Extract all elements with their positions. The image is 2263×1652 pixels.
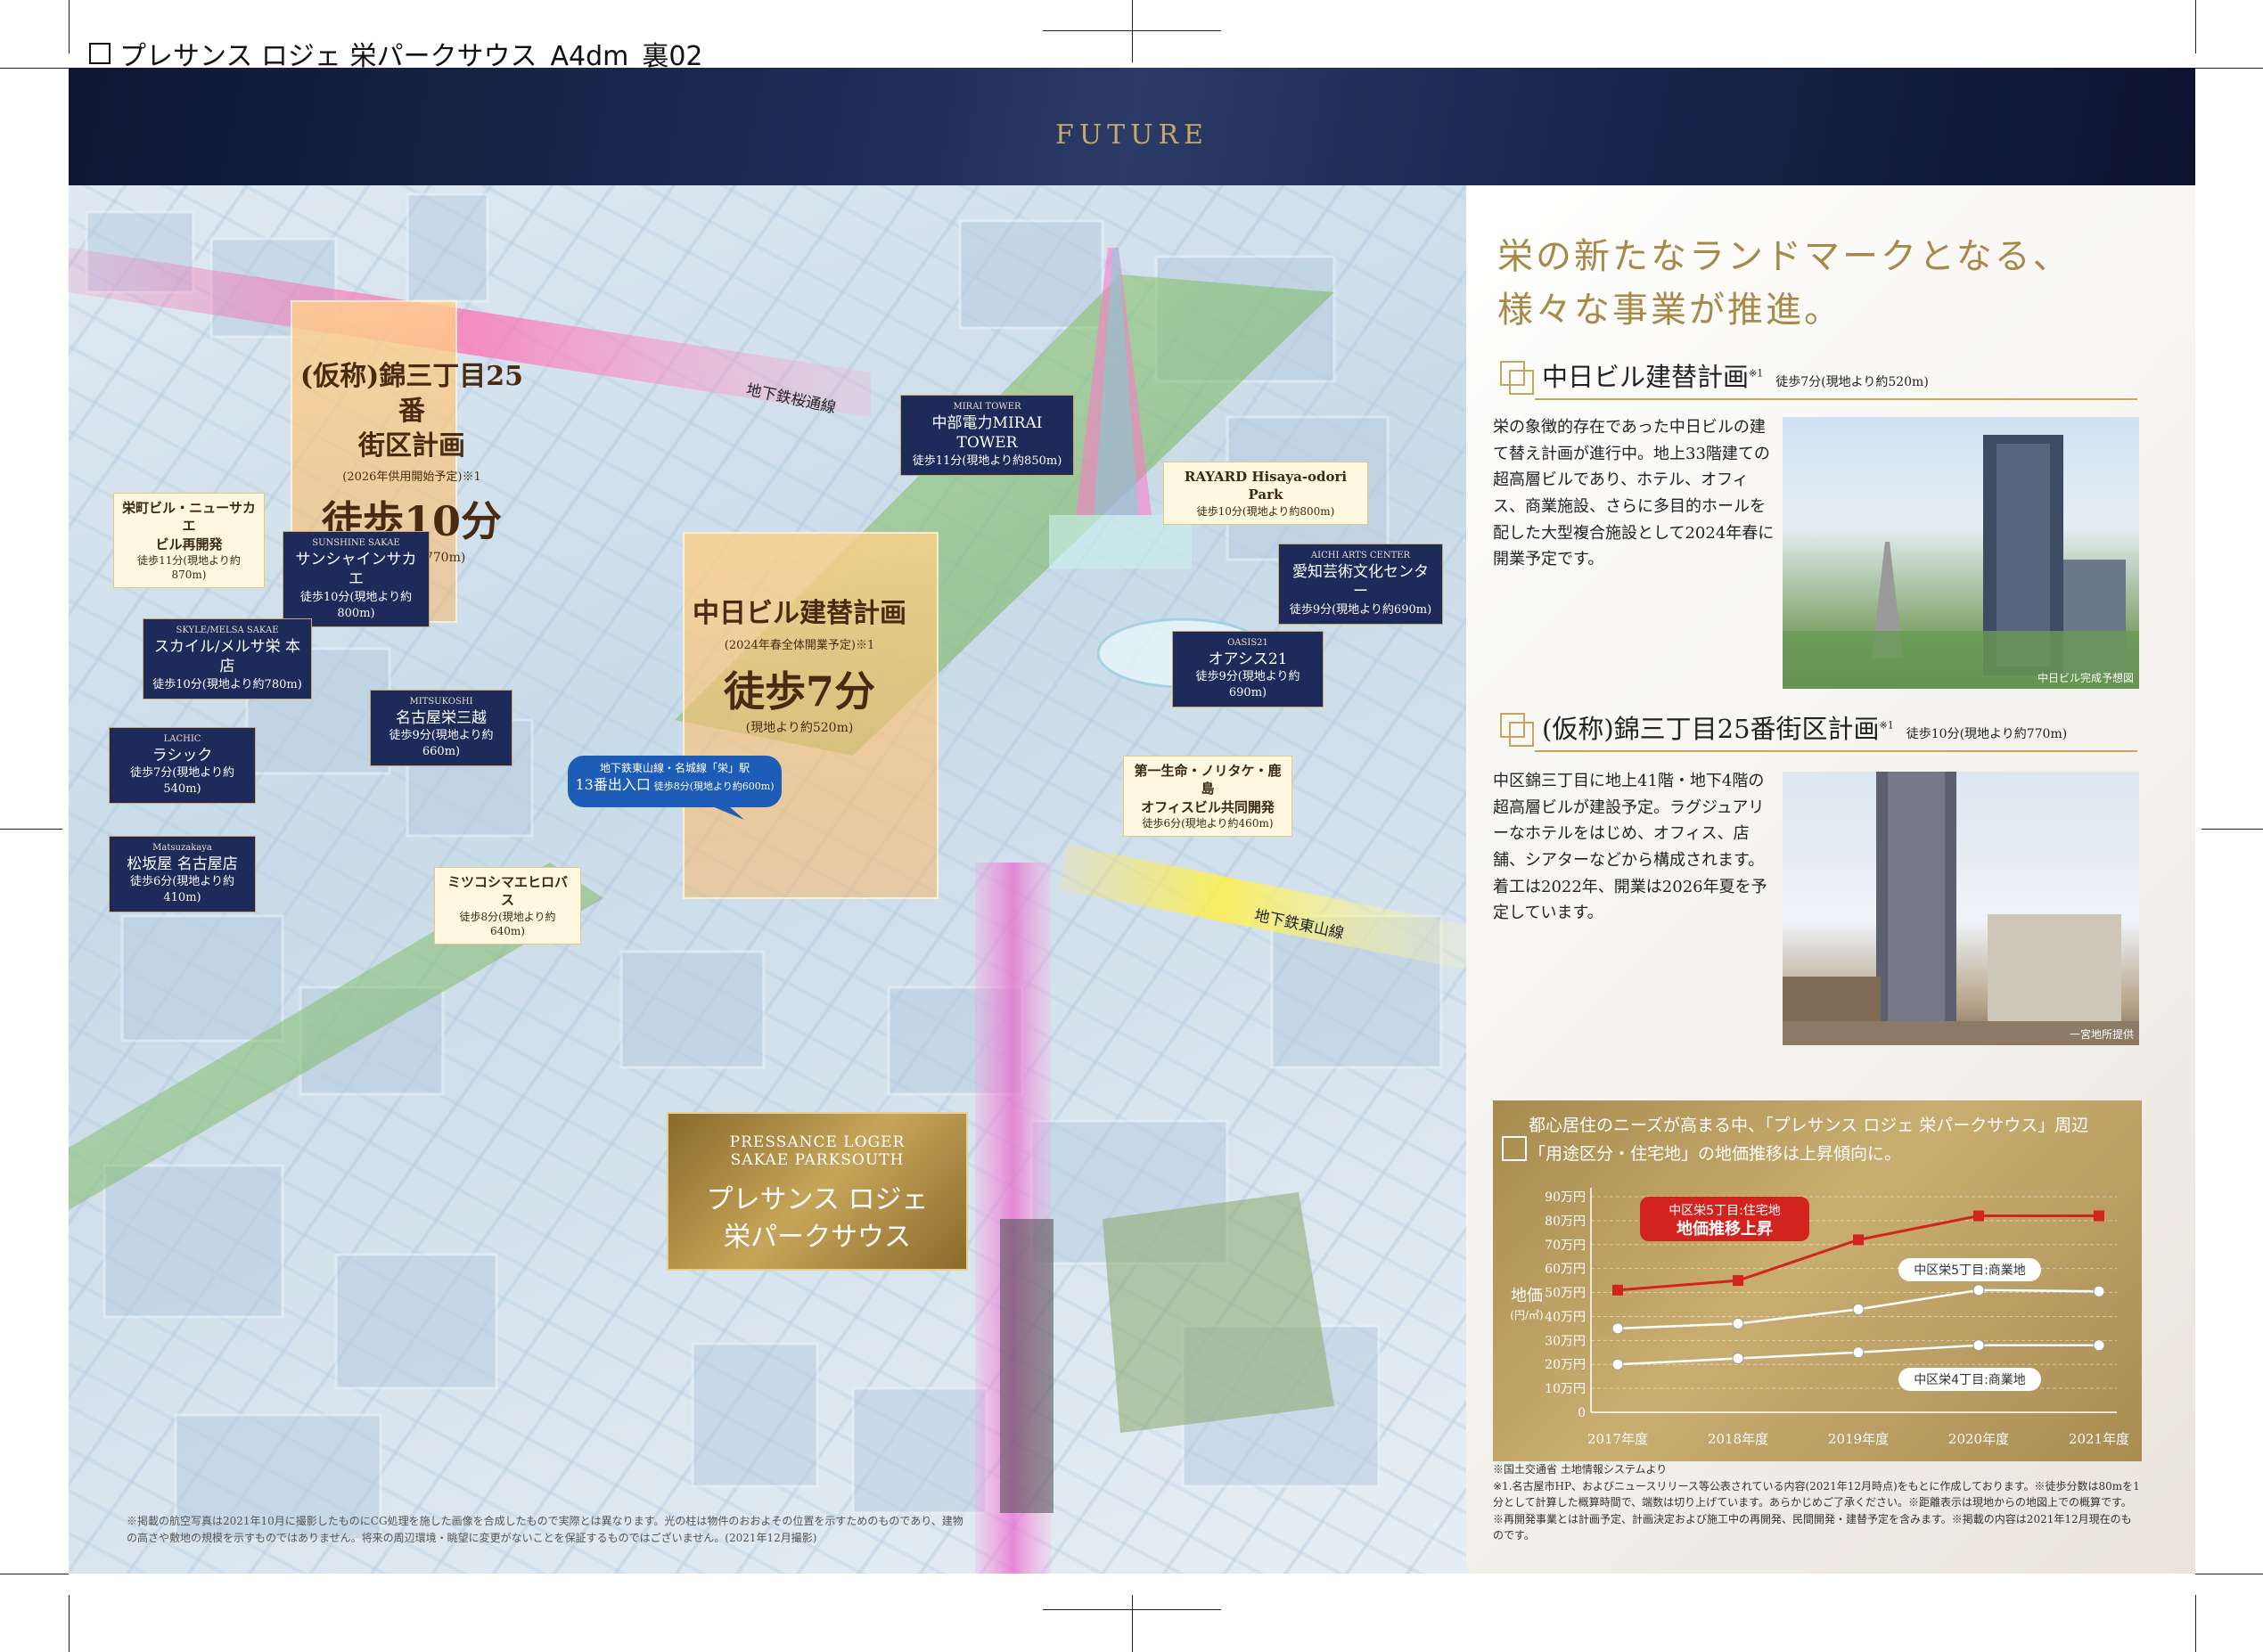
headline: 栄の新たなランドマークとなる、 様々な事業が推進。	[1497, 236, 2071, 331]
data-point	[1611, 1322, 1624, 1335]
checkbox-icon	[89, 43, 111, 64]
section1-title: 中日ビル建替計画※1徒歩7分(現地より約520m)	[1542, 362, 1929, 392]
section2-title: (仮称)錦三丁目25番街区計画※1徒歩10分(現地より約770m)	[1542, 714, 2068, 744]
nishiki-25-title: (仮称)錦三丁目25番 街区計画	[299, 361, 524, 462]
future-title: FUTURE	[1055, 119, 1209, 151]
y-axis-label: (円/㎡)	[1510, 1309, 1543, 1321]
section1-underline	[1535, 398, 2137, 400]
y-tick-label: 90万円	[1545, 1190, 1586, 1205]
map-label-sakaemachi: 栄町ビル・ニューサカエ ビル再開発 徒歩11分(現地より約870m)	[113, 493, 265, 589]
data-point	[1972, 1339, 1985, 1352]
map-label-mitsukoshimae: ミツコシマエヒロバス 徒歩8分(現地より約640m)	[434, 867, 581, 945]
map-label-rayard: RAYARD Hisaya-odori Park 徒歩10分(現地より約800m…	[1163, 462, 1368, 525]
x-tick-label: 2020年度	[1948, 1431, 2009, 1447]
x-tick-label: 2018年度	[1708, 1431, 1768, 1447]
map-label-mirai-tower: MIRAI TOWER 中部電力MIRAI TOWER 徒歩11分(現地より約8…	[900, 395, 1074, 476]
crop-mark	[2195, 68, 2263, 69]
y-tick-label: 30万円	[1545, 1334, 1586, 1348]
chunichi-building-photo: 中日ビル完成予想図	[1783, 417, 2139, 689]
y-tick-label: 0	[1578, 1406, 1586, 1420]
crop-mark	[2195, 1595, 2196, 1652]
section-marker-icon	[1509, 722, 1534, 747]
crop-mark	[1043, 30, 1221, 31]
y-tick-label: 80万円	[1545, 1214, 1586, 1229]
land-price-chart: 0 10万円 20万円 30万円 40万円 50万円 60万円 70万円 80万円 90万円地価 (…	[1510, 1188, 2129, 1447]
x-tick-label: 2019年度	[1828, 1431, 1889, 1447]
nishiki-25-photo: 一宮地所提供	[1783, 772, 2139, 1045]
x-tick-label: 2021年度	[2069, 1431, 2129, 1447]
data-point	[1733, 1275, 1743, 1287]
property-name-jp: プレサンス ロジェ 栄パークサウス	[706, 1184, 929, 1253]
y-tick-label: 40万円	[1545, 1310, 1586, 1324]
header-band: FUTURE	[69, 68, 2195, 185]
data-point	[1732, 1353, 1744, 1364]
land-price-chart-panel: 都心居住のニーズが高まる中、「プレサンス ロジェ 栄パークサウス」周辺 「用途区…	[1493, 1100, 2142, 1461]
y-axis-label: 地価	[1511, 1287, 1543, 1305]
data-point	[1852, 1346, 1865, 1359]
crop-mark	[1132, 1595, 1133, 1652]
crop-mark	[1132, 0, 1133, 62]
data-point	[1853, 1234, 1864, 1246]
y-tick-label: 70万円	[1545, 1239, 1586, 1253]
data-point	[1612, 1284, 1623, 1296]
chunichi-label: 中日ビル建替計画 (2024年春全体開業予定)※1 徒歩7分 (現地より約520…	[666, 591, 933, 736]
data-point	[1973, 1210, 1984, 1222]
crop-mark	[2202, 829, 2263, 830]
y-tick-label: 60万円	[1545, 1263, 1586, 1277]
y-tick-label: 50万円	[1545, 1287, 1586, 1301]
section1-text: 栄の象徴的存在であった中日ビルの建て替え計画が進行中。地上33階建ての超高層ビル…	[1493, 418, 1775, 569]
section2-underline	[1535, 750, 2137, 752]
data-point	[2093, 1285, 2105, 1297]
map-label-skyle: SKYLE/MELSA SAKAE スカイル/メルサ栄 本店 徒歩10分(現地よ…	[143, 618, 312, 699]
crop-mark	[69, 1595, 70, 1652]
series-label: 中区栄5丁目:商業地	[1914, 1264, 2026, 1278]
map-label-lachic: LACHIC ラシック 徒歩7分(現地より約540m)	[109, 727, 256, 804]
property-name-en: PRESSANCE LOGER SAKAE PARKSOUTH	[729, 1133, 906, 1169]
y-tick-label: 10万円	[1545, 1382, 1586, 1396]
crop-mark	[0, 68, 69, 69]
property-name-box: PRESSANCE LOGER SAKAE PARKSOUTH プレサンス ロジ…	[667, 1112, 968, 1271]
series-label: 中区栄4丁目:商業地	[1914, 1373, 2026, 1387]
map-disclaimer: ※掲載の航空写真は2021年10月に撮影したものにCG処理を施した画像を合成した…	[127, 1515, 963, 1545]
chunichi-dist: (現地より約520m)	[745, 721, 854, 735]
map-label-mitsukoshi: MITSUKOSHI 名古屋栄三越 徒歩9分(現地より約660m)	[370, 690, 512, 766]
series-callout: 地価推移上昇	[1677, 1219, 1773, 1239]
chunichi-title: 中日ビル建替計画	[693, 598, 906, 629]
y-tick-label: 20万円	[1545, 1358, 1586, 1372]
crop-mark	[1043, 1609, 1221, 1610]
data-point	[1852, 1303, 1865, 1315]
map-label-daiichi-seimei: 第一生命・ノリタケ・鹿島 オフィスビル共同開発 徒歩6分(現地より約460m)	[1123, 756, 1292, 837]
map-label-station-exit: 地下鉄東山線・名城線「栄」駅 13番出入口 徒歩8分(現地より約600m)	[575, 762, 775, 794]
section2-text: 中区錦三丁目に地上41階・地下4階の超高層ビルが建設予定。ラグジュアリーなホテル…	[1493, 772, 1767, 923]
photo-caption: 一宮地所提供	[2069, 1028, 2134, 1041]
data-point	[1732, 1318, 1744, 1330]
footnotes: ※国土交通省 土地情報システムより ※1.名古屋市HP、およびニュースリリース等…	[1493, 1463, 2140, 1542]
map-label-oasis21: OASIS21 オアシス21 徒歩9分(現地より約690m)	[1172, 631, 1324, 707]
section-marker-icon	[1509, 370, 1534, 395]
map-label-aichi-arts: AICHI ARTS CENTER 愛知芸術文化センター 徒歩9分(現地より約6…	[1278, 544, 1443, 625]
map-label-matsuzakaya: Matsuzakaya 松坂屋 名古屋店 徒歩6分(現地より約410m)	[109, 836, 256, 912]
x-tick-label: 2017年度	[1587, 1431, 1648, 1447]
map-label-sunshine: SUNSHINE SAKAE サンシャインサカエ 徒歩10分(現地より約800m…	[283, 531, 430, 628]
chunichi-sub: (2024年春全体開業予定)※1	[724, 639, 875, 652]
crop-mark	[0, 829, 62, 830]
data-point	[1611, 1358, 1624, 1370]
nishiki-25-sub: (2026年供用開始予定)※1	[342, 470, 481, 484]
data-point	[2094, 1210, 2104, 1222]
aerial-map: 地下鉄桜通線 地下鉄東山線 (仮称)錦三丁目25番 街区計画 (2026年供用開…	[69, 185, 1466, 1574]
series-label: 中区栄5丁目:住宅地	[1669, 1204, 1781, 1218]
chunichi-walk: 徒歩7分	[723, 667, 875, 716]
crop-mark	[2195, 0, 2196, 53]
data-point	[1972, 1284, 1985, 1296]
photo-caption: 中日ビル完成予想図	[2037, 672, 2134, 684]
crop-mark	[69, 0, 70, 53]
data-point	[2093, 1339, 2105, 1352]
